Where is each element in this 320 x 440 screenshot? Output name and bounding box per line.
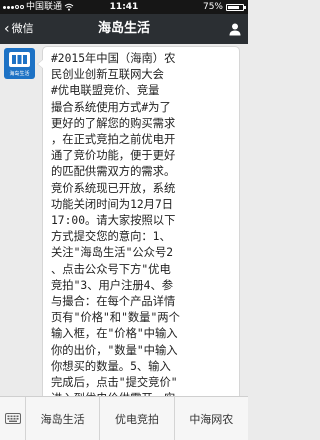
message-line: #优电联盟竞价、竞量 bbox=[51, 84, 160, 98]
message-line: 通了竞价功能，便于更好 bbox=[51, 149, 176, 163]
keyboard-icon bbox=[4, 413, 21, 424]
message-line: 竞拍"3、用户注册4、参 bbox=[51, 278, 174, 292]
battery-percent: 75% bbox=[202, 2, 223, 12]
message-line: 你的出价，"数量"中输入 bbox=[51, 343, 178, 357]
message-bubble[interactable]: #2015年中国（海南）农 民创业创新互联网大会 #优电联盟竞价、竞量 撮合系统… bbox=[37, 46, 240, 396]
message-line: 、点击公众号下方"优电 bbox=[51, 262, 171, 276]
avatar[interactable]: 海岛生活 bbox=[4, 48, 35, 79]
keyboard-toggle-button[interactable] bbox=[0, 397, 26, 440]
message-line: 你想买的数量。5、输入 bbox=[51, 359, 171, 373]
message-line: 页有"价格"和"数量"两个 bbox=[51, 311, 180, 325]
message-line: 与撮合：在每个产品详情 bbox=[51, 295, 176, 309]
bottom-menu: 海岛生活 优电竞拍 中海网农 bbox=[0, 396, 248, 440]
message-line: 17:00。请大家按照以下 bbox=[51, 214, 176, 228]
message-line: 输入框，在"价格"中输入 bbox=[51, 327, 178, 341]
chat-area: 海岛生活 #2015年中国（海南）农 民创业创新互联网大会 #优电联盟竞价、竞量… bbox=[0, 44, 248, 396]
page-title: 海岛生活 bbox=[97, 21, 150, 36]
message-line: 的匹配供需双方的需求。 bbox=[51, 165, 176, 179]
message-line: 功能关闭时间为12月7日 bbox=[51, 197, 174, 211]
battery-icon bbox=[226, 3, 246, 11]
message-text: #2015年中国（海南）农 民创业创新互联网大会 #优电联盟竞价、竞量 撮合系统… bbox=[51, 51, 233, 396]
nav-bar: ‹ 微信 海岛生活 bbox=[0, 14, 248, 44]
message-line: 方式提交您的意向：1、 bbox=[51, 230, 171, 244]
menu-item-hainan-life[interactable]: 海岛生活 bbox=[26, 397, 101, 440]
message-line: 撮合系统使用方式#为了 bbox=[51, 100, 171, 114]
status-bar: 中国联通 11:41 75% bbox=[0, 0, 248, 14]
message-line: ，在正式竞拍之前优电开 bbox=[51, 133, 176, 147]
message-line: 关注"海岛生活"公众号2 bbox=[51, 246, 174, 260]
message-line: 竞价系统现已开放，系统 bbox=[51, 181, 176, 195]
menu-item-bidding[interactable]: 优电竞拍 bbox=[100, 397, 175, 440]
battery-info: 75% bbox=[202, 0, 246, 14]
avatar-logo-text: 海岛生活 bbox=[9, 71, 30, 77]
message-line: 民创业创新互联网大会 bbox=[51, 68, 164, 82]
message-line: 更好的了解您的购买需求 bbox=[51, 116, 176, 130]
person-icon[interactable] bbox=[228, 22, 242, 36]
menu-item-zhonghai-agri[interactable]: 中海网农 bbox=[175, 397, 248, 440]
message-line: 完成后，点击"提交竞价" bbox=[51, 376, 178, 390]
message-line: #2015年中国（海南）农 bbox=[51, 52, 176, 65]
